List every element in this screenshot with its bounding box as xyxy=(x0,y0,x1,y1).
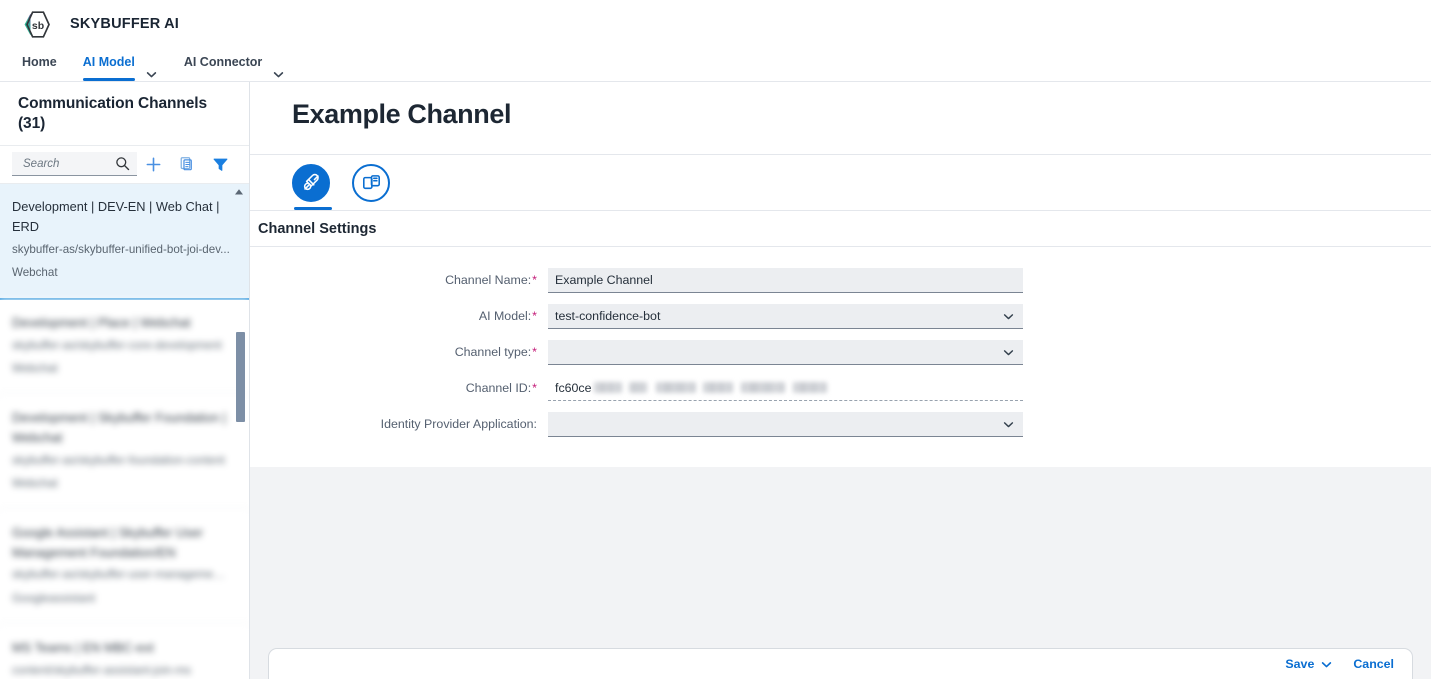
redacted-segment xyxy=(792,382,827,393)
nav-item-ai-connector-label: AI Connector xyxy=(183,55,263,69)
nav-item-ai-model-label: AI Model xyxy=(82,55,135,69)
list-item-subtitle: skybuffer-as/skybuffer-foundation-conten… xyxy=(12,453,225,467)
sidebar-scrollbar-thumb[interactable] xyxy=(236,331,245,422)
chevron-down-icon-ai-model[interactable] xyxy=(145,68,158,81)
select-ai-model[interactable]: test-confidence-bot xyxy=(548,303,1023,329)
label-channel-id: Channel ID:* xyxy=(250,381,537,395)
list-item-title: Development | Place | Webchat xyxy=(12,314,191,330)
channel-settings-form: Channel Name:* Example Channel AI Model:… xyxy=(250,247,1431,467)
skybuffer-logo-icon[interactable]: sb xyxy=(22,9,54,41)
tab-strip xyxy=(250,155,1431,211)
sidebar: Communication Channels (31) Search Devel… xyxy=(0,82,250,679)
redacted-segment xyxy=(655,382,696,393)
cancel-button[interactable]: Cancel xyxy=(1353,657,1394,671)
search-box[interactable] xyxy=(12,152,137,177)
svg-text:sb: sb xyxy=(32,20,44,32)
list-item-type: Webchat xyxy=(12,477,58,491)
main-content: Example Channel Channel Settings Channel… xyxy=(250,82,1431,679)
list-item-title: Development | Skybuffer Foundation | Web… xyxy=(12,409,227,445)
list-item-type: Googleassistant xyxy=(12,592,96,606)
nav-item-ai-connector[interactable]: AI Connector xyxy=(184,49,262,81)
section-title: Channel Settings xyxy=(258,220,377,237)
nav-item-home[interactable]: Home xyxy=(22,49,57,81)
input-channel-name-value: Example Channel xyxy=(555,272,653,287)
list-item-title: Google Assistant | Skybuffer User Manage… xyxy=(12,524,203,560)
copy-icon[interactable] xyxy=(170,150,203,178)
list-item-subtitle: skybuffer-as/skybuffer-user-management-g… xyxy=(12,568,231,582)
list-item-type: Webchat xyxy=(12,362,58,376)
app-root: sb SKYBUFFER AI Home AI Model AI Connect… xyxy=(0,0,1431,679)
form-row-ai-model: AI Model:* test-confidence-bot xyxy=(250,303,1431,329)
brand-bar: sb SKYBUFFER AI xyxy=(0,0,1431,49)
form-row-channel-name: Channel Name:* Example Channel xyxy=(250,267,1431,293)
nav-active-underline xyxy=(82,78,135,81)
add-icon[interactable] xyxy=(137,150,170,178)
label-identity-provider: Identity Provider Application: xyxy=(250,417,537,431)
input-channel-id[interactable]: fc60ce xyxy=(548,376,1023,401)
redacted-segment xyxy=(593,382,622,393)
nav-item-home-label: Home xyxy=(22,55,57,69)
form-row-identity-provider: Identity Provider Application: xyxy=(250,411,1431,437)
filter-icon[interactable] xyxy=(204,150,237,178)
cancel-button-label: Cancel xyxy=(1353,657,1394,671)
list-item-title: Development | DEV-EN | Web Chat | ERD xyxy=(12,198,220,234)
select-identity-provider[interactable] xyxy=(548,411,1023,437)
chevron-down-icon-save[interactable] xyxy=(1320,658,1333,671)
required-asterisk: * xyxy=(532,345,537,359)
required-asterisk: * xyxy=(532,273,537,287)
list-item-subtitle: skybuffer-as/skybuffer-core-development xyxy=(12,338,222,352)
list-item[interactable]: Development | Skybuffer Foundation | Web… xyxy=(0,394,249,510)
redacted-segment xyxy=(702,382,733,393)
form-row-channel-id: Channel ID:* fc60ce xyxy=(250,375,1431,401)
chevron-down-icon-ai-connector[interactable] xyxy=(272,68,285,81)
label-channel-name: Channel Name:* xyxy=(250,273,537,287)
sidebar-scrollbar-track[interactable] xyxy=(236,184,247,679)
action-footer: Save Cancel xyxy=(268,648,1413,679)
label-channel-type-text: Channel type: xyxy=(454,345,532,359)
section-header: Channel Settings xyxy=(250,211,1431,247)
list-item-subtitle: skybuffer-as/skybuffer-unified-bot-joi-d… xyxy=(12,242,230,256)
multi-device-icon xyxy=(362,175,380,190)
tab-channel-settings[interactable] xyxy=(292,163,332,210)
main-navigation: Home AI Model AI Connector xyxy=(0,49,1431,82)
list-item-subtitle: content/skybuffer-assistant-join-ms xyxy=(12,663,191,677)
sidebar-title: Communication Channels (31) xyxy=(0,82,249,146)
tab-active-underline xyxy=(294,206,332,210)
select-channel-type[interactable] xyxy=(548,339,1023,365)
label-identity-provider-text: Identity Provider Application: xyxy=(380,417,537,431)
save-button-label: Save xyxy=(1285,657,1315,671)
label-channel-id-text: Channel ID: xyxy=(465,381,532,395)
list-item-title: MS Teams | EN MBC-ext xyxy=(12,639,154,655)
label-channel-type: Channel type:* xyxy=(250,345,537,359)
brand-name: SKYBUFFER AI xyxy=(70,16,180,33)
list-item[interactable]: Development | DEV-EN | Web Chat | ERD sk… xyxy=(0,183,249,300)
select-ai-model-value: test-confidence-bot xyxy=(555,308,661,323)
nav-item-ai-model[interactable]: AI Model xyxy=(82,49,135,81)
search-icon[interactable] xyxy=(115,156,130,176)
search-input[interactable] xyxy=(21,156,111,171)
tab-channel-devices[interactable] xyxy=(352,163,390,202)
page-title: Example Channel xyxy=(292,99,512,129)
form-row-channel-type: Channel type:* xyxy=(250,339,1431,365)
sidebar-toolbar xyxy=(0,146,249,184)
page-header: Example Channel xyxy=(250,82,1431,155)
list-item[interactable]: Development | Place | Webchat skybuffer-… xyxy=(0,299,249,395)
input-channel-name[interactable]: Example Channel xyxy=(548,267,1023,293)
list-item-type: Webchat xyxy=(12,266,58,280)
required-asterisk: * xyxy=(532,381,537,395)
save-button[interactable]: Save xyxy=(1285,657,1333,671)
input-channel-id-value: fc60ce xyxy=(555,380,592,395)
required-asterisk: * xyxy=(532,309,537,323)
label-ai-model-text: AI Model: xyxy=(478,309,532,323)
channel-list: Development | DEV-EN | Web Chat | ERD sk… xyxy=(0,183,249,679)
redacted-segment xyxy=(628,382,647,393)
plug-connector-icon xyxy=(303,173,319,191)
label-ai-model: AI Model:* xyxy=(250,309,537,323)
list-item[interactable]: Google Assistant | Skybuffer User Manage… xyxy=(0,509,249,625)
label-channel-name-text: Channel Name: xyxy=(445,273,532,287)
redacted-segment xyxy=(740,382,785,393)
list-item[interactable]: MS Teams | EN MBC-ext content/skybuffer-… xyxy=(0,624,249,679)
